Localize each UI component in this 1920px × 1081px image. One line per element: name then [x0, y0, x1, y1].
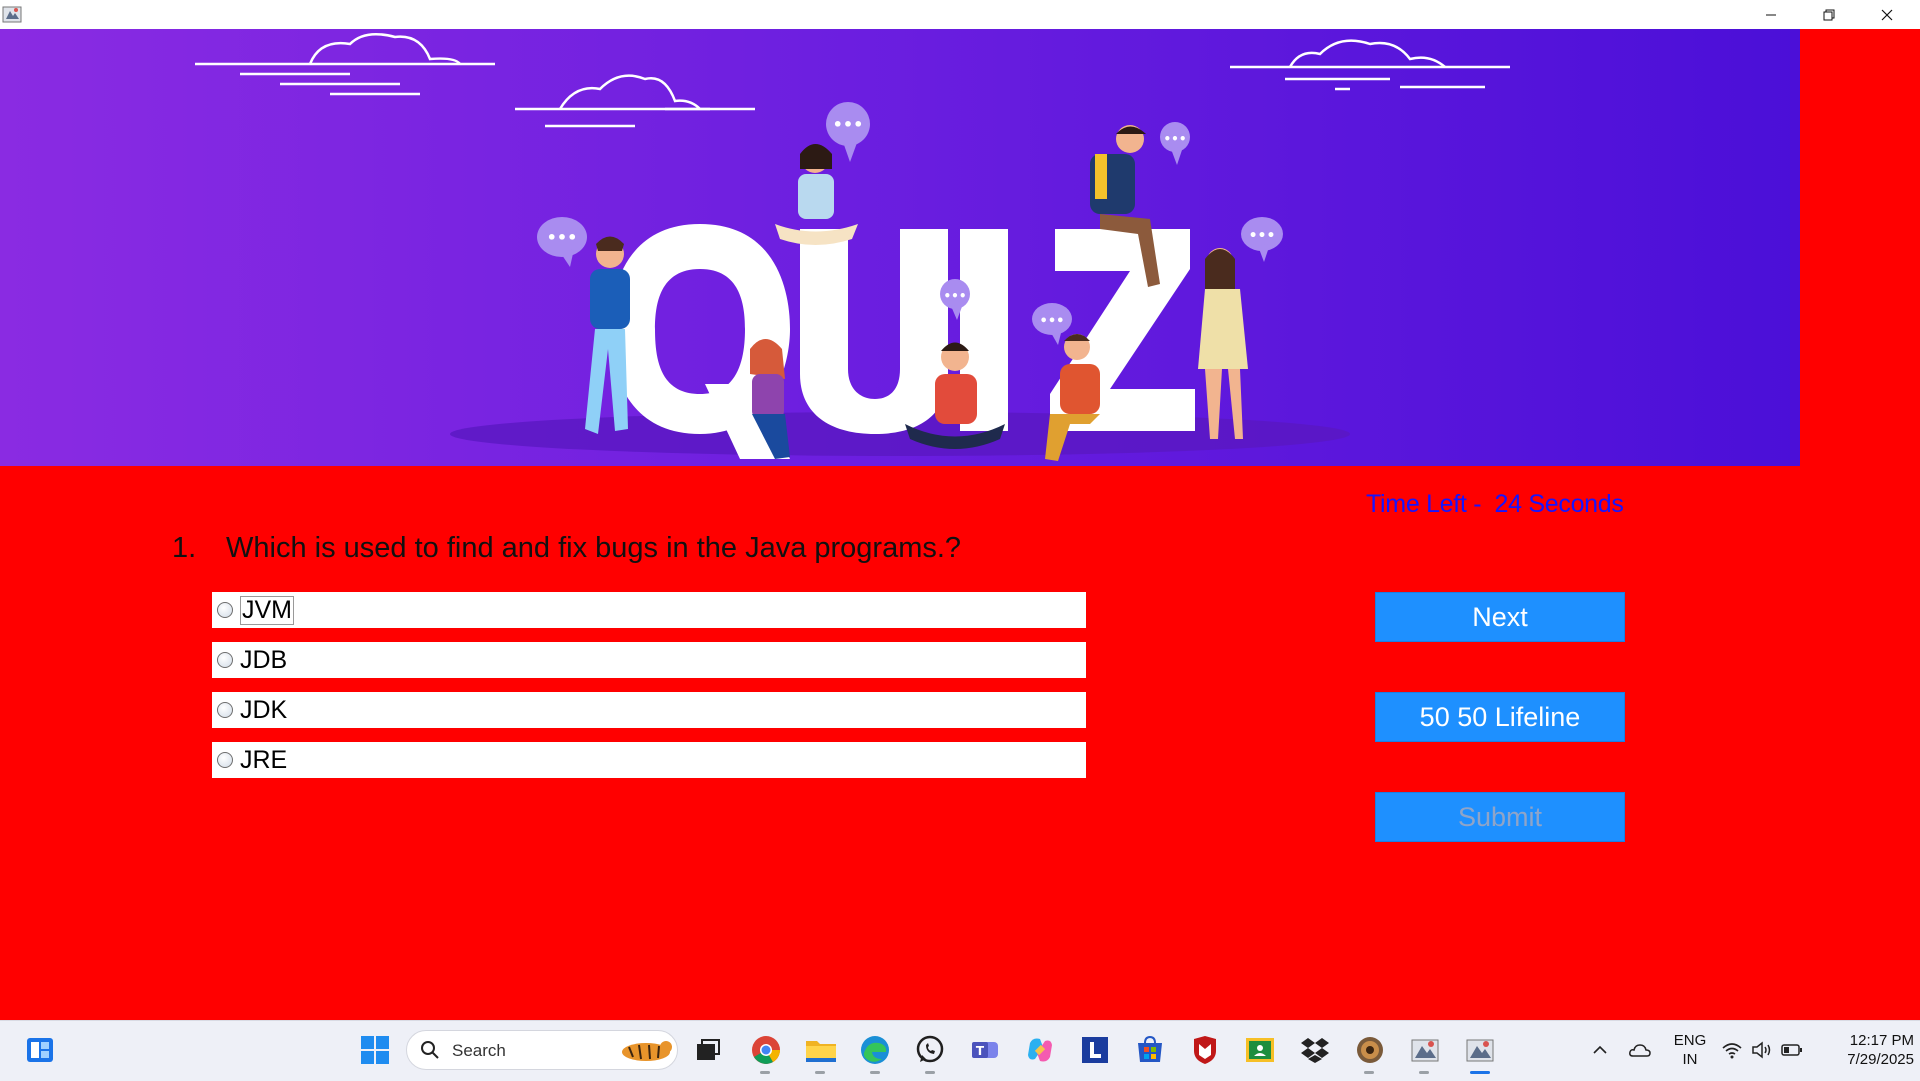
radio-circle-icon[interactable] — [217, 602, 233, 618]
emblem-app-icon[interactable] — [1352, 1032, 1388, 1068]
copilot-icon[interactable] — [1022, 1032, 1058, 1068]
chrome-icon[interactable] — [748, 1032, 784, 1068]
restore-icon — [1823, 9, 1835, 20]
chevron-up-icon[interactable] — [1582, 1032, 1618, 1068]
quiz-title-letters — [610, 224, 1195, 459]
region-code: IN — [1682, 1051, 1698, 1068]
volume-icon[interactable] — [1748, 1032, 1776, 1068]
dropbox-icon[interactable] — [1297, 1032, 1333, 1068]
option-label: JVM — [240, 595, 294, 625]
question-text: Which is used to find and fix bugs in th… — [226, 532, 962, 564]
close-icon — [1881, 9, 1893, 20]
classroom-icon[interactable] — [1242, 1032, 1278, 1068]
battery-icon[interactable] — [1778, 1032, 1806, 1068]
option-jdb-radio[interactable]: JDB — [212, 642, 1086, 678]
question-number: 1. — [172, 532, 197, 564]
mcafee-icon[interactable] — [1187, 1032, 1223, 1068]
option-jre-radio[interactable]: JRE — [212, 742, 1086, 778]
next-button[interactable]: Next — [1375, 592, 1625, 642]
task-view-icon[interactable] — [690, 1032, 726, 1068]
svg-text:T: T — [976, 1044, 985, 1058]
java-app-icon-taskbar-2[interactable] — [1462, 1032, 1498, 1068]
quiz-banner-image: ••• ••• ••• ••• ••• ••• — [0, 29, 1800, 466]
running-indicator — [870, 1071, 880, 1074]
submit-button[interactable]: Submit — [1375, 792, 1625, 842]
window-title-bar — [0, 0, 1920, 29]
start-windows-icon[interactable] — [357, 1032, 393, 1068]
clock[interactable]: 12:17 PM 7/29/2025 — [1812, 1031, 1914, 1069]
java-app-icon-taskbar-1[interactable] — [1407, 1032, 1443, 1068]
radio-circle-icon[interactable] — [217, 652, 233, 668]
clock-time: 12:17 PM — [1849, 1032, 1914, 1049]
svg-text:•••: ••• — [547, 228, 578, 247]
option-label: JDB — [240, 645, 288, 674]
restore-button[interactable] — [1800, 0, 1858, 29]
java-app-icon — [2, 4, 22, 24]
teams-icon[interactable]: T — [967, 1032, 1003, 1068]
close-button[interactable] — [1858, 0, 1916, 29]
lifeline-button[interactable]: 50 50 Lifeline — [1375, 692, 1625, 742]
language-indicator[interactable]: ENG IN — [1672, 1031, 1708, 1069]
language-code: ENG — [1673, 1032, 1707, 1049]
edge-icon[interactable] — [857, 1032, 893, 1068]
svg-text:•••: ••• — [1040, 314, 1065, 329]
minimize-icon — [1766, 14, 1776, 15]
running-indicator — [1419, 1071, 1429, 1074]
radio-circle-icon[interactable] — [217, 752, 233, 768]
option-label: JRE — [240, 745, 288, 774]
search-placeholder: Search — [452, 1041, 506, 1060]
microsoft-store-icon[interactable] — [1132, 1032, 1168, 1068]
running-indicator — [925, 1071, 935, 1074]
svg-text:•••: ••• — [1249, 228, 1276, 244]
running-indicator — [760, 1071, 770, 1074]
svg-text:•••: ••• — [833, 115, 864, 134]
wifi-icon[interactable] — [1718, 1032, 1746, 1068]
running-indicator — [815, 1071, 825, 1074]
time-left-label: Time Left - 24 Seconds — [1366, 490, 1624, 518]
whatsapp-icon[interactable] — [912, 1032, 948, 1068]
svg-text:•••: ••• — [1163, 132, 1186, 146]
option-label: JDK — [240, 695, 288, 724]
radio-circle-icon[interactable] — [217, 702, 233, 718]
svg-text:•••: ••• — [943, 289, 966, 303]
tiger-highlight-icon — [618, 1032, 674, 1068]
option-jvm-radio[interactable]: JVM — [212, 592, 1086, 628]
widgets-icon[interactable] — [22, 1032, 58, 1068]
search-icon — [412, 1032, 448, 1068]
l-app-icon[interactable] — [1077, 1032, 1113, 1068]
option-jdk-radio[interactable]: JDK — [212, 692, 1086, 728]
running-indicator — [1364, 1071, 1374, 1074]
clock-date: 7/29/2025 — [1847, 1051, 1914, 1068]
file-explorer-icon[interactable] — [803, 1032, 839, 1068]
minimize-button[interactable] — [1742, 0, 1800, 29]
onedrive-icon[interactable] — [1622, 1032, 1658, 1068]
active-indicator — [1470, 1071, 1490, 1074]
